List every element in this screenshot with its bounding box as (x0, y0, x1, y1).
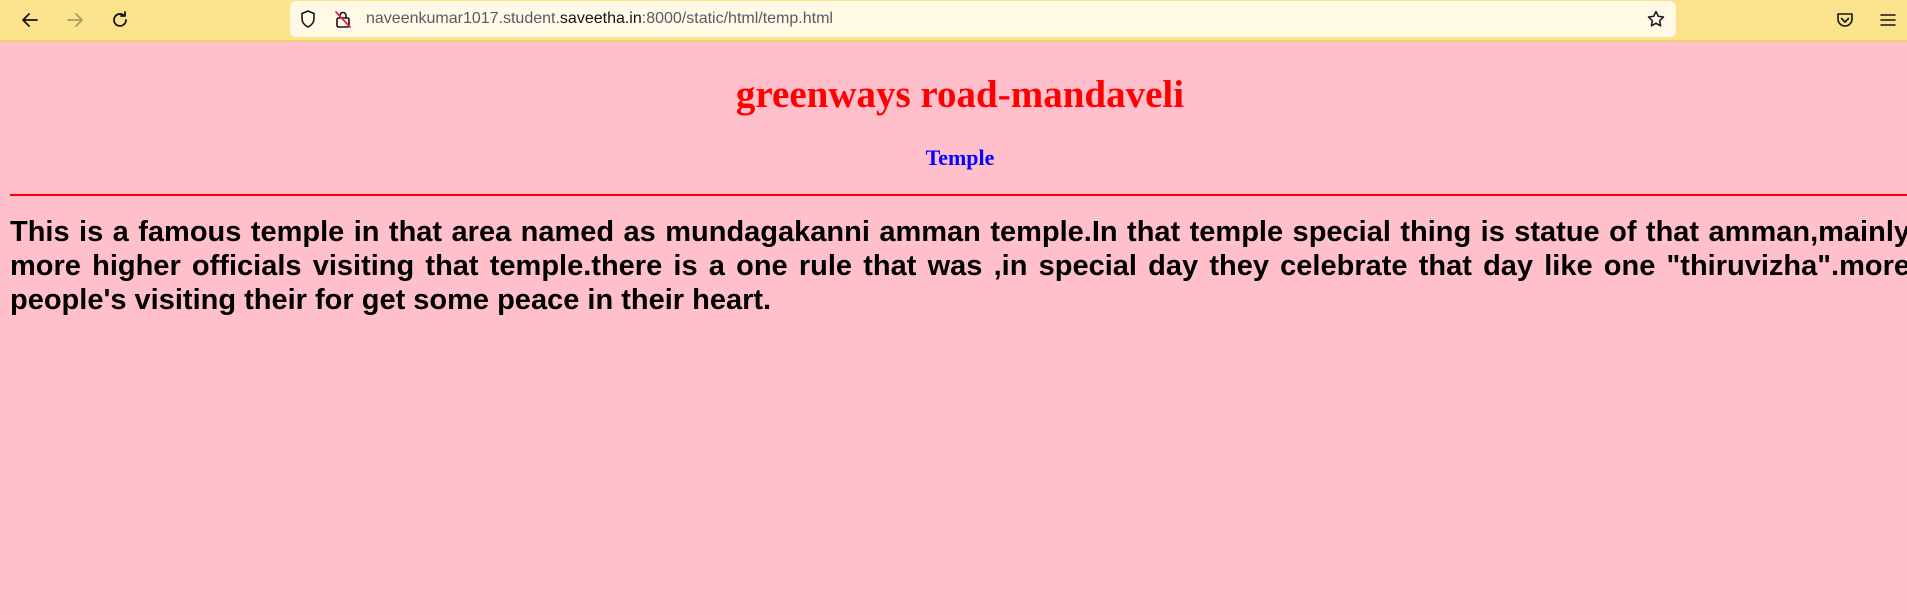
url-domain: saveetha.in (559, 10, 642, 27)
back-icon (22, 13, 38, 27)
forward-icon (67, 13, 83, 27)
forward-button[interactable] (60, 5, 90, 35)
bookmark-button[interactable] (1645, 8, 1667, 30)
menu-icon (1880, 14, 1896, 26)
horizontal-rule (10, 194, 1907, 196)
page-title: greenways road-mandaveli (735, 73, 1185, 116)
page-subtitle: Temple (925, 145, 995, 170)
site-security-button[interactable] (332, 8, 354, 30)
shield-icon (301, 10, 315, 28)
url-text[interactable]: naveenkumar1017.student.saveetha.in:8000… (366, 9, 833, 29)
tracking-protection-button[interactable] (297, 8, 319, 30)
back-button[interactable] (15, 5, 45, 35)
browser-toolbar: naveenkumar1017.student.saveetha.in:8000… (0, 0, 1907, 42)
url-prefix: naveenkumar1017.student. (366, 10, 560, 27)
description-paragraph: This is a famous temple in that area nam… (10, 216, 1907, 316)
url-suffix: :8000/static/html/temp.html (641, 10, 833, 27)
reload-icon (113, 11, 127, 27)
insecure-lock-icon (335, 11, 351, 28)
reload-button[interactable] (105, 5, 135, 35)
page-content: greenways road-mandaveli Temple This is … (0, 44, 1907, 615)
pocket-icon (1837, 13, 1853, 27)
pocket-button[interactable] (1831, 6, 1859, 34)
bookmark-star-icon (1647, 10, 1665, 27)
app-menu-button[interactable] (1874, 6, 1902, 34)
